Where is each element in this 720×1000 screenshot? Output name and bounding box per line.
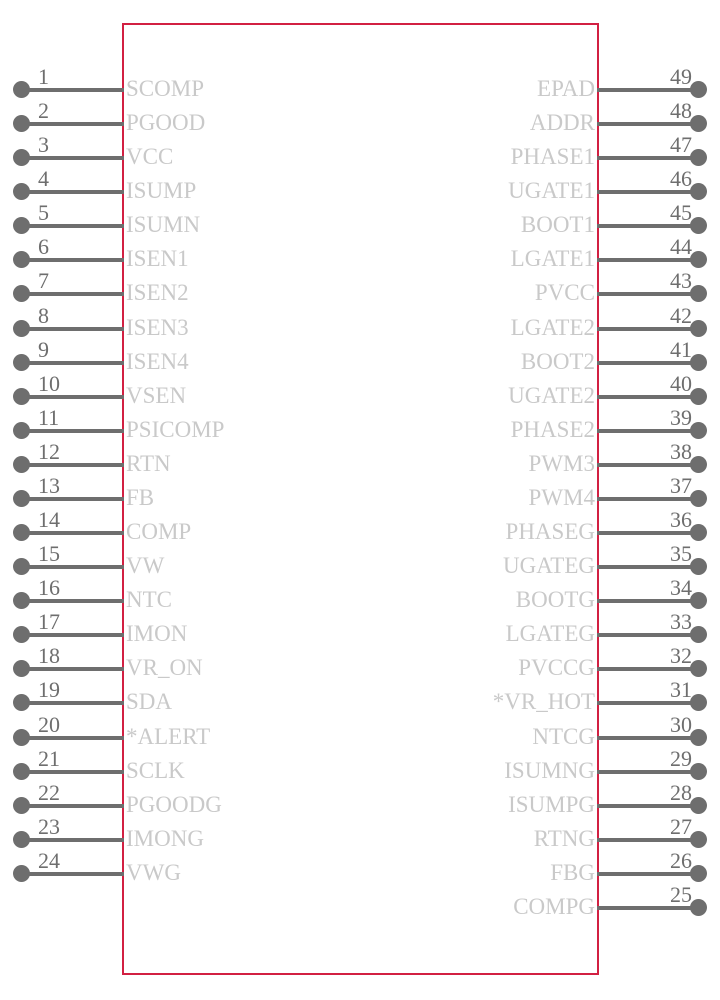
pin-label: LGATEG [505,621,595,647]
pin-label: RTNG [533,825,595,851]
pin-number: 39 [670,404,692,430]
pin-number: 36 [670,507,692,533]
pin-label: BOOT1 [520,212,595,238]
pin-label: UGATE2 [508,382,595,408]
pin-label: PWM4 [528,484,595,510]
pin-number: 26 [670,847,692,873]
pin-label: ISUMNG [504,757,595,783]
pin-number: 27 [670,813,692,839]
pin-number: 32 [670,643,692,669]
pin-number: 31 [670,677,692,703]
pin-label: PWM3 [528,450,595,476]
pin-label: BOOT2 [520,348,595,374]
pin-number: 29 [670,745,692,771]
pin-number: 43 [670,268,692,294]
pin-number: 38 [670,438,692,464]
pin-label: LGATE2 [510,314,595,340]
pin-number: 37 [670,472,692,498]
pin-number: 48 [670,98,692,124]
pin-label: PVCC [534,280,595,306]
pin-number: 42 [670,302,692,328]
pin-number: 30 [670,711,692,737]
pin-label: LGATE1 [510,246,595,272]
pin-label: ADDR [529,110,595,136]
pin-number: 45 [670,200,692,226]
pin-wire [597,701,701,706]
pin-label: EPAD [537,76,595,101]
pin-number: 49 [670,64,692,89]
pin-number: 47 [670,132,692,158]
pin-number: 35 [670,541,692,567]
pin-label: *VR_HOT [492,689,595,715]
pin-number: 40 [670,370,692,396]
pin-label: BOOTG [515,587,595,613]
pin-wire [597,292,701,297]
pin-label: ISUMPG [508,791,595,817]
pin-label: FBG [550,859,595,885]
pin-number: 44 [670,234,692,260]
pin-number: 28 [670,779,692,805]
pin-label: PHASE1 [510,144,595,170]
pin-number: 41 [670,336,692,362]
ic-pinout-symbol: 1 SCOMP 2 PGOOD 3 VCC 4 ISUMP 5 ISUMN 6 ISEN1 7 ISEN2… [0,0,720,1000]
pin-label: PHASE2 [510,416,595,442]
pin-label: UGATE1 [508,178,595,204]
pin-number: 34 [670,575,692,601]
pin-number: 33 [670,609,692,635]
pin-25[interactable]: 25 COMPG [0,883,720,925]
pin-number: 46 [670,166,692,192]
pin-label: COMPG [513,893,595,919]
pin-label: NTCG [532,723,595,749]
pin-number: 25 [670,881,692,907]
pin-label: PHASEG [505,519,595,545]
pin-label: UGATEG [503,553,595,579]
pin-label: PVCCG [518,655,595,681]
